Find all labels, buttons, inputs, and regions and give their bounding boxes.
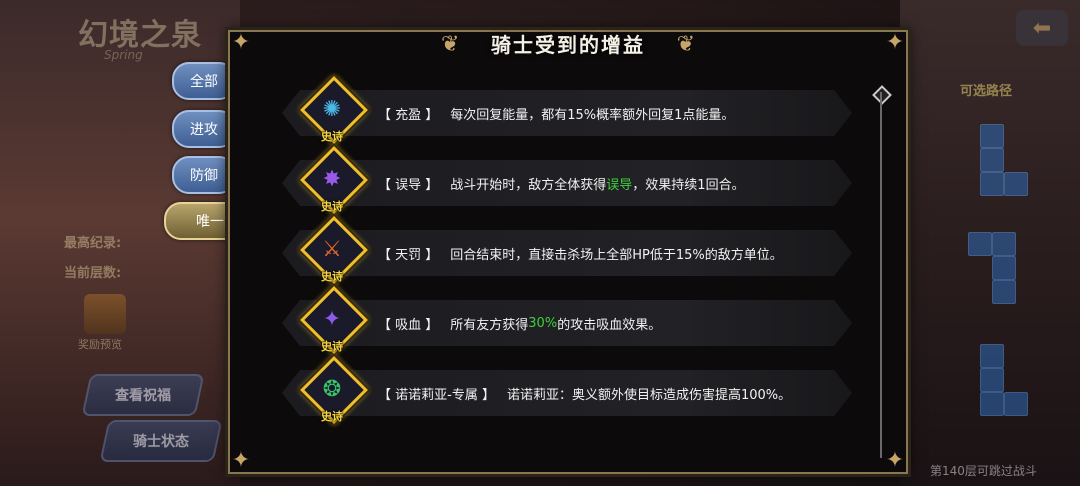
rarity-label: 史诗: [321, 410, 343, 423]
tab-all[interactable]: 全部: [172, 62, 236, 100]
buff-row[interactable]: ⚔ 史诗 【 天罚 】 回合结束时，直接击杀场上全部HP低于15%的敌方单位。: [282, 216, 852, 284]
game-logo-subtitle: Spring: [104, 48, 143, 62]
buff-name: 【 充盈 】: [378, 107, 439, 123]
route-label: 可选路径: [960, 84, 1013, 99]
buff-row[interactable]: ✸ 史诗 【 误导 】 战斗开始时，敌方全体获得 误导 ，效果持续1回合。: [282, 146, 852, 214]
buff-description: 战斗开始时，敌方全体获得: [450, 177, 607, 193]
buff-badge: ✸ 史诗: [300, 146, 368, 214]
blades-icon: ⚔: [322, 236, 342, 262]
best-record-label: 最高纪录:: [64, 236, 122, 251]
frame-corner-icon: ✦: [231, 30, 251, 55]
buff-description: 所有友方获得: [450, 317, 529, 333]
modal-title-banner: ❦ 骑士受到的增益 ❦: [435, 20, 701, 66]
frame-corner-icon: ✦: [885, 448, 905, 473]
frame-corner-icon: ✦: [231, 448, 251, 473]
rarity-label: 史诗: [321, 130, 343, 143]
floor-tip: 第140层可跳过战斗: [930, 464, 1037, 478]
rarity-label: 史诗: [321, 270, 343, 283]
current-floor-label: 当前层数:: [64, 266, 122, 281]
rarity-label: 史诗: [321, 340, 343, 353]
tab-attack[interactable]: 进攻: [172, 110, 236, 148]
dagger-icon: ✦: [322, 306, 342, 332]
vortex-icon: ❂: [322, 376, 342, 402]
buff-name: 【 吸血 】: [378, 317, 439, 333]
buff-name: 【 天罚 】: [378, 247, 439, 263]
ornament-left-icon: ❦: [441, 32, 460, 57]
tab-defense[interactable]: 防御: [172, 156, 236, 194]
back-button[interactable]: ⬅: [1016, 10, 1068, 46]
buff-row[interactable]: ✦ 史诗 【 吸血 】 所有友方获得 30% 的攻击吸血效果。: [282, 286, 852, 354]
view-blessings-button[interactable]: 查看祝福: [81, 374, 205, 416]
buff-description-tail: ，效果持续1回合。: [632, 177, 745, 193]
buff-modal: ✦ ✦ ✦ ✦ ❦ 骑士受到的增益 ❦ ✺ 史诗 【 充盈 】 每次回复能量，都…: [228, 30, 908, 474]
buff-description: 每次回复能量，都有15%概率额外回复1点能量。: [450, 107, 735, 123]
orb-swirl-icon: ✺: [322, 96, 342, 122]
buff-highlight: 误导: [606, 177, 633, 193]
modal-title: 骑士受到的增益: [491, 32, 645, 57]
arrow-left-icon: ⬅: [1032, 15, 1052, 41]
spikes-icon: ✸: [322, 166, 342, 192]
reward-preview-label: 奖励预览: [78, 338, 122, 351]
ornament-right-icon: ❦: [676, 32, 695, 57]
buff-description: 回合结束时，直接击杀场上全部HP低于15%的敌方单位。: [450, 247, 783, 263]
buff-badge: ✦ 史诗: [300, 286, 368, 354]
buff-badge: ❂ 史诗: [300, 356, 368, 424]
frame-corner-icon: ✦: [885, 30, 905, 55]
scrollbar-thumb[interactable]: [872, 85, 892, 105]
rarity-label: 史诗: [321, 200, 343, 213]
buff-row[interactable]: ❂ 史诗 【 诺诺莉亚-专属 】 诺诺莉亚：奥义额外使目标造成伤害提高100%。: [282, 356, 852, 424]
buff-description-tail: 的攻击吸血效果。: [557, 317, 662, 333]
buff-highlight: 30%: [528, 315, 558, 331]
buff-name: 【 诺诺莉亚-专属 】: [378, 387, 495, 403]
buff-description: 诺诺莉亚：奥义额外使目标造成伤害提高100%。: [506, 387, 792, 403]
reward-chest-icon[interactable]: [84, 294, 126, 334]
buff-name: 【 误导 】: [378, 177, 439, 193]
buff-badge: ⚔ 史诗: [300, 216, 368, 284]
buff-badge: ✺ 史诗: [300, 76, 368, 144]
knight-status-button[interactable]: 骑士状态: [99, 420, 223, 462]
scrollbar-track[interactable]: [880, 92, 882, 458]
buff-row[interactable]: ✺ 史诗 【 充盈 】 每次回复能量，都有15%概率额外回复1点能量。: [282, 76, 852, 144]
